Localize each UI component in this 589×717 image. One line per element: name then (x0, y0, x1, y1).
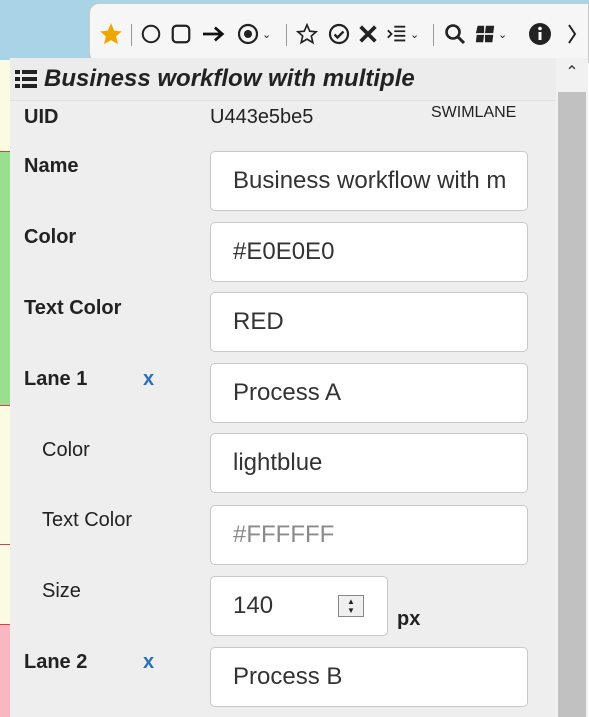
chevron-down-icon[interactable]: ⌄ (410, 28, 419, 41)
lane-divider (0, 405, 10, 406)
lane-2-name-input[interactable] (210, 647, 528, 707)
square-icon[interactable] (170, 18, 192, 50)
color-input[interactable] (210, 222, 528, 282)
info-icon[interactable] (528, 18, 552, 50)
circle-icon[interactable] (140, 18, 162, 50)
remove-lane-2-button[interactable]: x (143, 651, 154, 674)
list-icon (14, 68, 38, 90)
toolbar-separator (131, 24, 132, 46)
size-value: 140 (233, 592, 274, 619)
color-label: Color (24, 226, 77, 248)
target-icon[interactable]: ⌄ (236, 18, 271, 50)
lane-divider (0, 544, 10, 545)
lane-strip-green (0, 152, 10, 405)
lane-1-color-label: Color (42, 439, 90, 461)
scroll-up-icon[interactable]: ⌃ (556, 62, 588, 82)
chevron-down-icon[interactable]: ⌄ (262, 28, 271, 41)
remove-lane-1-button[interactable]: x (143, 368, 154, 391)
lane-1-label: Lane 1 (24, 368, 88, 390)
toolbar-separator (286, 24, 287, 46)
grid-icon[interactable]: ⌄ (474, 18, 507, 50)
lane-1-text-color-label: Text Color (42, 509, 133, 531)
chevron-down-icon[interactable]: ⌄ (498, 28, 507, 41)
panel-title: Business workflow with multiple (44, 65, 415, 92)
lane-strip-pink (0, 625, 10, 717)
text-color-label: Text Color (24, 297, 122, 319)
scrollbar-thumb[interactable] (558, 92, 586, 717)
panel-header: Business workflow with multiple (10, 58, 556, 101)
shape-toolbar: ⌄ ⌄ ⌄ (89, 3, 589, 63)
toolbar-separator (433, 24, 434, 46)
chevron-right-icon[interactable] (566, 18, 578, 50)
lane-1-size-label: Size (42, 580, 81, 602)
list-indent-icon[interactable]: ⌄ (386, 18, 419, 50)
search-icon[interactable] (443, 18, 467, 50)
number-stepper[interactable]: ▲ ▼ (338, 595, 364, 617)
uid-label: UID (24, 106, 59, 128)
lane-1-name-input[interactable] (210, 363, 528, 423)
element-type-label: SWIMLANE (431, 104, 517, 121)
lane-1-color-input[interactable] (210, 433, 528, 493)
star-outline-icon[interactable] (296, 18, 318, 50)
lane-1-size-input[interactable]: 140 ▲ ▼ (210, 576, 388, 636)
lane-1-text-color-input[interactable] (210, 505, 528, 565)
properties-panel: Business workflow with multiple ⌃ UID U4… (10, 58, 588, 717)
arrow-right-icon[interactable] (200, 18, 228, 50)
uid-value: U443e5be5 (210, 106, 314, 128)
scrollbar[interactable]: ⌃ (556, 58, 588, 717)
name-input[interactable] (210, 151, 528, 211)
check-circle-icon[interactable] (327, 18, 351, 50)
star-icon[interactable] (98, 18, 124, 50)
lane-2-label: Lane 2 (24, 651, 88, 673)
name-label: Name (24, 155, 79, 177)
x-icon[interactable] (357, 18, 379, 50)
text-color-input[interactable] (210, 292, 528, 352)
size-unit-label: px (397, 608, 421, 630)
stepper-down-icon[interactable]: ▼ (339, 606, 363, 616)
